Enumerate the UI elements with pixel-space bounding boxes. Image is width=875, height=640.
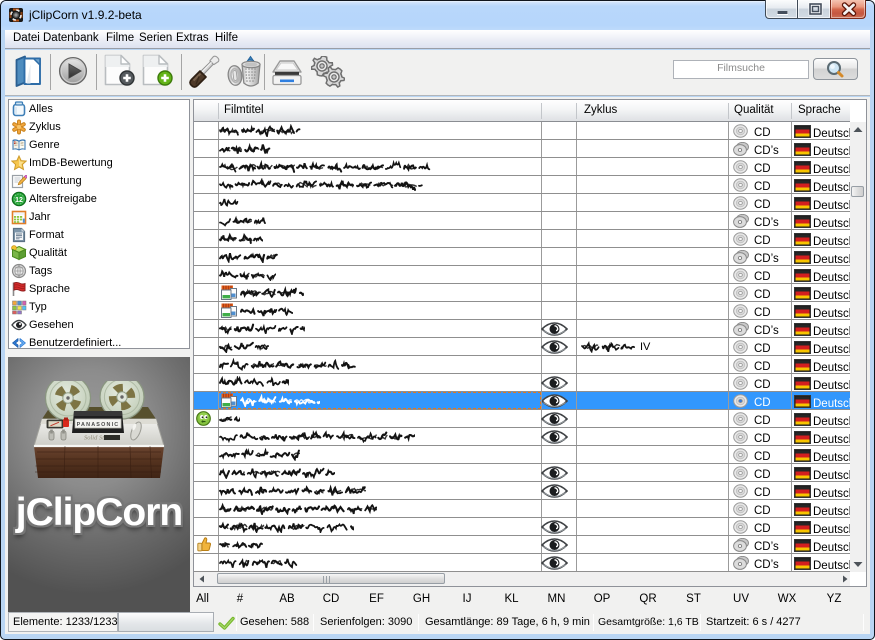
svg-text:12: 12 <box>15 197 23 204</box>
svg-text:PANASONIC: PANASONIC <box>77 422 120 428</box>
